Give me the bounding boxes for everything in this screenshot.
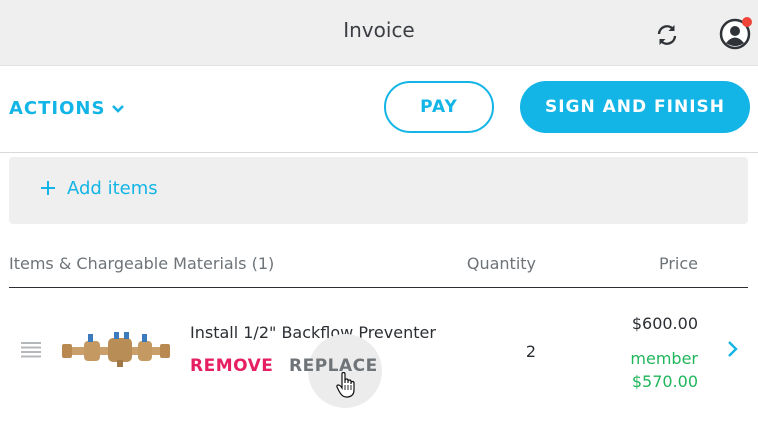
actions-label: ACTIONS xyxy=(9,98,106,119)
backflow-preventer-image xyxy=(62,332,170,367)
price-column-header: Price xyxy=(658,254,698,273)
member-price-block: member $570.00 xyxy=(570,347,698,393)
member-label: member xyxy=(630,349,698,368)
member-price: $570.00 xyxy=(631,372,698,391)
sync-icon[interactable] xyxy=(654,22,680,48)
app-header: Invoice xyxy=(0,0,758,66)
item-name: Install 1/2" Backflow Preventer xyxy=(190,323,436,342)
add-items-label: Add items xyxy=(67,178,158,199)
chevron-right-icon[interactable] xyxy=(726,340,740,358)
user-avatar-icon[interactable] xyxy=(719,17,752,50)
notification-dot xyxy=(742,17,752,27)
pay-button[interactable]: PAY xyxy=(384,81,494,133)
actions-dropdown[interactable]: ACTIONS xyxy=(9,98,125,119)
items-column-header: Items & Chargeable Materials (1) xyxy=(9,254,275,273)
add-items-button[interactable]: Add items xyxy=(9,157,748,224)
plus-icon xyxy=(41,181,55,195)
replace-button[interactable]: REPLACE xyxy=(289,356,378,376)
item-price: $600.00 xyxy=(631,314,698,333)
quantity-column-header: Quantity xyxy=(466,254,536,273)
page-title: Invoice xyxy=(343,18,415,42)
invoice-toolbar: ACTIONS PAY SIGN AND FINISH xyxy=(0,66,758,153)
drag-handle-icon[interactable] xyxy=(21,342,41,358)
item-quantity: 2 xyxy=(525,342,536,361)
table-divider xyxy=(9,287,748,288)
remove-button[interactable]: REMOVE xyxy=(190,356,273,376)
chevron-down-icon xyxy=(112,104,125,113)
hand-pointer-cursor-icon xyxy=(336,372,355,398)
sign-and-finish-button[interactable]: SIGN AND FINISH xyxy=(520,81,750,133)
